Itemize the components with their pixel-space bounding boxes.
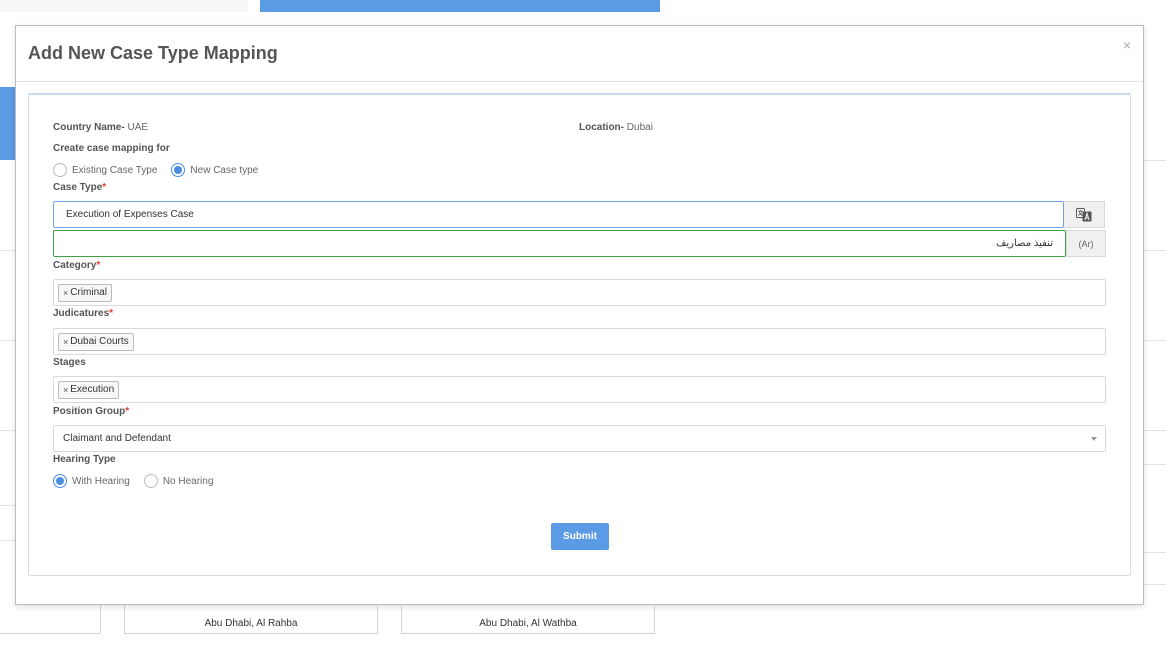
category-label: Category* xyxy=(53,260,100,271)
required-marker: * xyxy=(96,260,101,271)
case-type-english-value: Execution of Expenses Case xyxy=(66,209,194,220)
stage-tag-label: Execution xyxy=(70,384,115,395)
required-marker: * xyxy=(125,406,130,417)
no-hearing-label: No Hearing xyxy=(162,475,214,487)
location-label: Location- xyxy=(579,122,624,133)
required-marker: * xyxy=(102,182,107,193)
with-hearing-option[interactable]: With Hearing xyxy=(53,474,130,488)
judicatures-label-text: Judicatures xyxy=(53,308,110,319)
close-icon[interactable]: × xyxy=(1123,37,1131,53)
country-name: Country Name- UAE xyxy=(53,122,148,133)
add-case-type-mapping-modal: Add New Case Type Mapping × Country Name… xyxy=(15,25,1144,605)
case-type-arabic-input[interactable]: تنفيذ مصاريف xyxy=(53,230,1066,257)
translate-button[interactable] xyxy=(1064,201,1105,228)
background-card: Abu Dhabi, Al Rahba xyxy=(124,604,378,634)
required-marker: * xyxy=(109,308,114,319)
background-divider xyxy=(0,430,15,431)
background-divider xyxy=(0,540,15,541)
category-label-text: Category xyxy=(53,260,97,271)
position-group-value: Claimant and Defendant xyxy=(63,433,171,444)
arabic-addon-label: (Ar) xyxy=(1078,238,1094,249)
modal-header: Add New Case Type Mapping × xyxy=(16,26,1143,82)
background-divider xyxy=(1144,340,1166,341)
case-mapping-label: Create case mapping for xyxy=(53,143,170,154)
case-type-arabic-value: تنفيذ مصاريف xyxy=(996,238,1053,249)
judicatures-label: Judicatures* xyxy=(53,308,113,319)
background-card: Abu Dhabi, Al Wathba xyxy=(401,604,655,634)
location: Location- Dubai xyxy=(579,122,653,133)
form-panel: Country Name- UAE Location- Dubai Create… xyxy=(28,93,1131,576)
background-divider xyxy=(1144,430,1166,431)
remove-tag-icon[interactable]: × xyxy=(63,337,68,347)
judicature-tag-label: Dubai Courts xyxy=(70,336,129,347)
hearing-type-radio-group: With Hearing No Hearing xyxy=(53,474,227,488)
existing-case-type-radio[interactable] xyxy=(53,163,67,177)
existing-case-type-label: Existing Case Type xyxy=(72,164,158,176)
location-value: Dubai xyxy=(626,122,653,133)
category-multiselect[interactable]: × Criminal xyxy=(53,279,1106,306)
case-type-label: Case Type* xyxy=(53,182,106,193)
no-hearing-radio[interactable] xyxy=(143,474,158,488)
hearing-type-label: Hearing Type xyxy=(53,454,116,465)
case-type-english-input[interactable]: Execution of Expenses Case xyxy=(53,201,1064,228)
background-divider xyxy=(1144,552,1166,553)
translate-icon xyxy=(1076,207,1092,221)
background-divider xyxy=(1144,160,1166,161)
background-card xyxy=(0,604,101,634)
background-divider xyxy=(0,505,15,506)
with-hearing-radio[interactable] xyxy=(53,474,67,488)
judicatures-multiselect[interactable]: × Dubai Courts xyxy=(53,328,1106,355)
background-card-label: Abu Dhabi, Al Rahba xyxy=(204,618,298,629)
stage-tag: × Execution xyxy=(58,380,120,399)
case-mapping-radio-group: Existing Case Type New Case type xyxy=(53,163,272,177)
new-case-type-label: New Case type xyxy=(190,164,259,176)
case-type-label-text: Case Type xyxy=(53,182,103,193)
remove-tag-icon[interactable]: × xyxy=(63,288,68,298)
new-case-type-option[interactable]: New Case type xyxy=(171,163,258,177)
stages-multiselect[interactable]: × Execution xyxy=(53,376,1106,403)
existing-case-type-option[interactable]: Existing Case Type xyxy=(53,163,157,177)
background-header-strip xyxy=(0,0,248,12)
judicature-tag: × Dubai Courts xyxy=(58,332,134,351)
with-hearing-label: With Hearing xyxy=(72,475,130,487)
position-group-select[interactable]: Claimant and Defendant xyxy=(53,425,1106,452)
position-group-label: Position Group* xyxy=(53,406,129,417)
submit-button[interactable]: Submit xyxy=(551,523,609,550)
new-case-type-radio[interactable] xyxy=(171,163,186,177)
background-blue-bar xyxy=(260,0,660,12)
remove-tag-icon[interactable]: × xyxy=(63,385,68,395)
background-blue-tab xyxy=(0,87,16,160)
no-hearing-option[interactable]: No Hearing xyxy=(143,474,214,488)
country-name-value: UAE xyxy=(127,122,149,133)
category-tag-label: Criminal xyxy=(70,287,107,298)
background-card-label: Abu Dhabi, Al Wathba xyxy=(479,618,577,629)
background-divider xyxy=(0,250,15,251)
stages-label: Stages xyxy=(53,357,86,368)
chevron-down-icon xyxy=(1091,437,1097,441)
country-name-label: Country Name- xyxy=(53,122,125,133)
category-tag: × Criminal xyxy=(58,283,112,302)
background-divider xyxy=(1144,464,1166,465)
background-divider xyxy=(1144,584,1166,585)
background-divider xyxy=(0,340,15,341)
modal-title: Add New Case Type Mapping xyxy=(28,43,278,63)
background-divider xyxy=(1144,250,1166,251)
arabic-language-addon: (Ar) xyxy=(1066,230,1106,257)
position-group-label-text: Position Group xyxy=(53,406,126,417)
